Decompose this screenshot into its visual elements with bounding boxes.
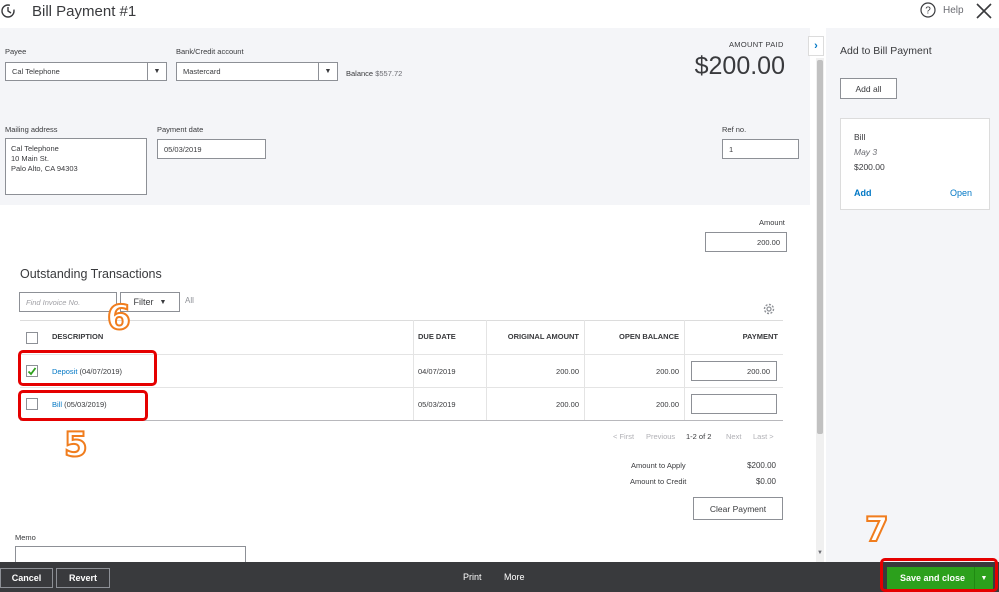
payment-date-value: 05/03/2019 [164, 144, 202, 154]
ref-no-value: 1 [729, 144, 734, 154]
svg-text:?: ? [925, 6, 931, 17]
column-divider [584, 320, 585, 420]
column-header-open-balance: OPEN BALANCE [618, 332, 679, 341]
find-invoice-placeholder: Find Invoice No. [26, 297, 81, 307]
pager-range: 1-2 of 2 [686, 432, 712, 441]
page-title: Bill Payment #1 [32, 3, 137, 20]
annotation-number: 5 [63, 424, 89, 466]
row-original-amount: 200.00 [556, 400, 579, 409]
payment-date-field[interactable]: 05/03/2019 [157, 139, 266, 159]
amount-paid-value: $200.00 [694, 52, 785, 80]
bank-account-value: Mastercard [183, 67, 221, 76]
amount-label: Amount [759, 218, 785, 227]
pager-first[interactable]: < First [613, 432, 634, 441]
column-divider [486, 320, 487, 420]
column-divider [413, 320, 414, 420]
amount-to-apply-label: Amount to Apply [631, 461, 686, 470]
annotation-number: 6 [106, 297, 132, 339]
collapse-panel-icon[interactable]: › [808, 36, 824, 56]
pager-next[interactable]: Next [726, 432, 741, 441]
outstanding-transactions-title: Outstanding Transactions [20, 267, 162, 281]
gear-icon[interactable] [762, 302, 776, 316]
balance-value: $557.72 [375, 69, 403, 78]
table-border [20, 320, 783, 321]
history-icon[interactable] [0, 3, 16, 19]
add-to-bill-payment-panel [826, 28, 999, 562]
row-payment-input[interactable] [691, 394, 777, 414]
revert-button[interactable]: Revert [56, 568, 110, 588]
find-invoice-input[interactable]: Find Invoice No. [19, 292, 117, 312]
column-divider [684, 320, 685, 420]
filter-label: Filter [133, 297, 154, 307]
amount-to-apply-value: $200.00 [747, 461, 776, 470]
ref-no-label: Ref no. [722, 125, 747, 134]
row-payment-value: 200.00 [747, 366, 770, 376]
scroll-down-icon[interactable]: ▼ [817, 550, 823, 558]
annotation-number: 7 [864, 509, 890, 551]
payee-label: Payee [5, 47, 27, 56]
more-button[interactable]: More [504, 572, 525, 582]
print-button[interactable]: Print [463, 572, 482, 582]
mailing-line: Cal Telephone [11, 144, 59, 153]
cancel-button[interactable]: Cancel [0, 568, 53, 588]
select-all-checkbox[interactable] [26, 332, 38, 344]
row-original-amount: 200.00 [556, 367, 579, 376]
chevron-down-icon[interactable]: ▼ [147, 63, 166, 80]
caret-down-icon: ▼ [159, 298, 167, 306]
row-due-date: 04/07/2019 [418, 367, 456, 376]
row-open-balance: 200.00 [656, 367, 679, 376]
row-due-date: 05/03/2019 [418, 400, 456, 409]
memo-label: Memo [15, 533, 36, 542]
row-open-balance: 200.00 [656, 400, 679, 409]
clear-payment-button[interactable]: Clear Payment [693, 497, 783, 520]
chevron-down-icon[interactable]: ▼ [318, 63, 337, 80]
top-bar [0, 0, 999, 28]
amount-paid-label: AMOUNT PAID [729, 40, 784, 49]
annotation-box-deposit [18, 350, 157, 386]
card-date: May 3 [854, 147, 878, 157]
annotation-box-save [880, 558, 998, 592]
ref-no-field[interactable]: 1 [722, 139, 799, 159]
card-add-link[interactable]: Add [854, 188, 872, 198]
amount-to-credit-value: $0.00 [755, 477, 776, 486]
add-all-button[interactable]: Add all [840, 78, 897, 99]
table-divider [20, 387, 783, 388]
pager-last[interactable]: Last > [753, 432, 774, 441]
payee-value: Cal Telephone [12, 67, 60, 76]
amount-field[interactable]: 200.00 [705, 232, 787, 252]
balance-label: Balance [346, 69, 374, 78]
card-open-link[interactable]: Open [950, 188, 972, 198]
close-icon[interactable] [975, 2, 993, 20]
scrollbar-thumb[interactable] [817, 60, 823, 434]
annotation-box-bill [18, 390, 148, 421]
mailing-address-field[interactable]: Cal Telephone 10 Main St. Palo Alto, CA … [5, 138, 147, 195]
card-amount: $200.00 [854, 162, 885, 172]
filter-status: All [185, 296, 194, 305]
pager-previous[interactable]: Previous [646, 432, 675, 441]
balance-display: Balance $557.72 [346, 69, 402, 78]
footer-bar [0, 562, 999, 592]
amount-value: 200.00 [757, 237, 780, 247]
column-header-due-date: DUE DATE [418, 332, 456, 341]
mailing-line: 10 Main St. [11, 154, 49, 163]
bank-account-select[interactable]: Mastercard ▼ [176, 62, 338, 81]
column-header-original-amount: ORIGINAL AMOUNT [507, 332, 579, 341]
column-header-payment: PAYMENT [742, 332, 778, 341]
payee-select[interactable]: Cal Telephone ▼ [5, 62, 167, 81]
bank-account-label: Bank/Credit account [176, 47, 244, 56]
help-link[interactable]: Help [943, 5, 964, 16]
panel-title: Add to Bill Payment [840, 45, 932, 57]
card-type: Bill [854, 132, 866, 142]
mailing-line: Palo Alto, CA 94303 [11, 164, 78, 173]
amount-to-credit-label: Amount to Credit [630, 477, 687, 486]
payment-date-label: Payment date [157, 125, 204, 134]
column-header-description: DESCRIPTION [52, 332, 104, 341]
row-payment-input[interactable]: 200.00 [691, 361, 777, 381]
mailing-address-label: Mailing address [5, 125, 58, 134]
help-icon[interactable]: ? [920, 2, 936, 18]
